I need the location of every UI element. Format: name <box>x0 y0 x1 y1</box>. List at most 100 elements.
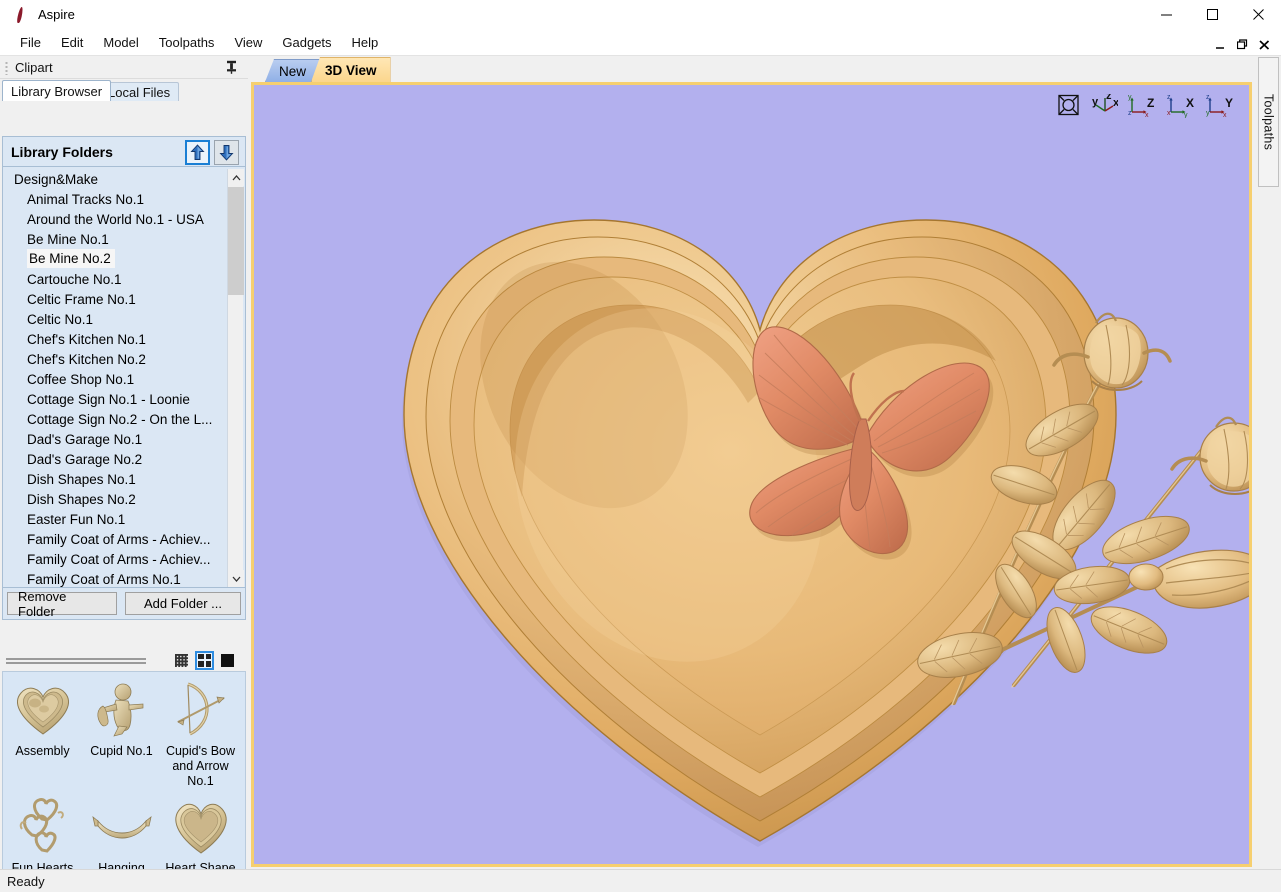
close-button[interactable] <box>1235 0 1281 30</box>
move-folder-down-button[interactable] <box>214 140 239 165</box>
iso-view-button[interactable]: z y x <box>1092 90 1120 118</box>
panel-drag-grip[interactable] <box>5 60 8 75</box>
library-folders-header: Library Folders <box>3 137 245 167</box>
thumbnail-size-slider[interactable] <box>6 657 146 664</box>
status-message: Ready <box>7 873 45 889</box>
folder-item[interactable]: Dad's Garage No.2 <box>5 449 245 469</box>
add-folder-button[interactable]: Add Folder ... <box>125 592 241 615</box>
menu-edit[interactable]: Edit <box>51 32 93 53</box>
tab-local-files[interactable]: Local Files <box>99 82 180 101</box>
folder-item[interactable]: Dish Shapes No.2 <box>5 489 245 509</box>
mdi-close-button[interactable] <box>1258 36 1271 50</box>
fun-hearts-thumb-icon <box>10 795 76 859</box>
folder-item[interactable]: Celtic No.1 <box>5 309 245 329</box>
folder-item[interactable]: Family Coat of Arms - Achiev... <box>5 549 245 569</box>
svg-text:z: z <box>1206 94 1210 101</box>
solid-square-icon <box>221 653 234 667</box>
clipart-label: Assembly <box>15 744 70 758</box>
library-folders-list[interactable]: Design&Make Animal Tracks No.1 Around th… <box>5 169 245 587</box>
clipart-item[interactable]: Cupid's Bow and Arrow No.1 <box>161 672 240 789</box>
svg-text:x: x <box>1113 97 1118 109</box>
heart-relief-model <box>402 219 1249 847</box>
folder-label: Chef's Kitchen No.2 <box>27 351 146 367</box>
minimize-button[interactable] <box>1143 0 1189 30</box>
menu-gadgets[interactable]: Gadgets <box>272 32 341 53</box>
tab-3d-view[interactable]: 3D View <box>311 57 391 82</box>
svg-text:Y: Y <box>1225 96 1233 110</box>
folder-item[interactable]: Cottage Sign No.1 - Loonie <box>5 389 245 409</box>
view-orientation-toolbar: z y x y x z <box>1057 90 1237 119</box>
menu-model[interactable]: Model <box>93 32 148 53</box>
view-mode-buttons <box>172 650 246 670</box>
menu-view[interactable]: View <box>224 32 272 53</box>
cupid-thumb-icon <box>89 678 155 742</box>
view-mode-single-button[interactable] <box>218 651 237 670</box>
folder-label: Cartouche No.1 <box>27 271 122 287</box>
heart-assembly-thumb-icon <box>10 678 76 742</box>
z-view-button[interactable]: y x z Z <box>1127 94 1159 119</box>
folder-item[interactable]: Easter Fun No.1 <box>5 509 245 529</box>
clipart-panel: Clipart Library Browser Local Files Libr… <box>0 57 248 892</box>
document-area: New 3D View z y y x z Z z y x X z x y Y <box>249 57 1256 871</box>
svg-text:z: z <box>1106 94 1112 102</box>
folder-label: Easter Fun No.1 <box>27 511 126 527</box>
folder-item[interactable]: Cottage Sign No.2 - On the L... <box>5 409 245 429</box>
view-mode-large-grid-button[interactable] <box>195 650 214 670</box>
menu-help[interactable]: Help <box>342 32 389 53</box>
library-browser-body: Library Folders Design&Make Animal Track… <box>2 136 246 620</box>
menu-toolpaths[interactable]: Toolpaths <box>149 32 225 53</box>
3d-viewport[interactable]: z y x y x z <box>251 82 1252 867</box>
svg-text:z: z <box>1128 110 1132 117</box>
folder-label: Cottage Sign No.1 - Loonie <box>27 391 190 407</box>
folder-item[interactable]: Dad's Garage No.1 <box>5 429 245 449</box>
folder-label: Family Coat of Arms - Achiev... <box>27 551 211 567</box>
menu-file[interactable]: File <box>10 32 51 53</box>
banner-thumb-icon <box>89 795 155 859</box>
folder-item[interactable]: Chef's Kitchen No.1 <box>5 329 245 349</box>
clipart-thumbnail-grid: Assembly Cupid No.1 Cupid's Bow and Arro… <box>2 671 246 892</box>
folder-item[interactable]: Chef's Kitchen No.2 <box>5 349 245 369</box>
folder-item[interactable]: Animal Tracks No.1 <box>5 189 245 209</box>
scroll-down-icon[interactable] <box>228 570 244 587</box>
folder-item[interactable]: Family Coat of Arms No.1 <box>5 569 245 587</box>
folder-label: Celtic Frame No.1 <box>27 291 136 307</box>
remove-folder-button[interactable]: Remove Folder <box>7 589 117 619</box>
clipart-item[interactable]: Assembly <box>3 672 82 789</box>
folder-item[interactable]: Family Coat of Arms - Achiev... <box>5 529 245 549</box>
folder-item[interactable]: Coffee Shop No.1 <box>5 369 245 389</box>
mdi-minimize-button[interactable] <box>1214 36 1227 50</box>
folder-label: Around the World No.1 - USA <box>27 211 204 227</box>
folder-item[interactable]: Around the World No.1 - USA <box>5 209 245 229</box>
folder-item[interactable]: Design&Make <box>5 169 245 189</box>
pin-icon[interactable] <box>226 60 237 77</box>
folder-label: Be Mine No.1 <box>27 231 109 247</box>
view-mode-small-grid-button[interactable] <box>172 651 191 670</box>
svg-text:y: y <box>1184 112 1188 118</box>
folder-item[interactable]: Celtic Frame No.1 <box>5 289 245 309</box>
folder-item[interactable]: Cartouche No.1 <box>5 269 245 289</box>
folder-list-scrollbar[interactable] <box>227 169 244 587</box>
clipart-item[interactable]: Cupid No.1 <box>82 672 161 789</box>
folder-item[interactable]: Be Mine No.1 <box>5 229 245 249</box>
mdi-restore-button[interactable] <box>1236 36 1249 50</box>
status-bar: Ready <box>0 869 1281 892</box>
scrollbar-thumb[interactable] <box>228 187 244 295</box>
folder-label: Family Coat of Arms No.1 <box>27 571 181 587</box>
maximize-button[interactable] <box>1189 0 1235 30</box>
toolpaths-tab[interactable]: Toolpaths <box>1258 57 1279 187</box>
folder-label: Design&Make <box>14 171 99 187</box>
tab-library-browser[interactable]: Library Browser <box>2 80 112 101</box>
folder-label: Dad's Garage No.2 <box>27 451 143 467</box>
library-folders-title: Library Folders <box>11 143 113 160</box>
fit-view-button[interactable] <box>1057 94 1085 118</box>
tab-new[interactable]: New <box>265 59 321 82</box>
folder-item-selected[interactable]: Be Mine No.2 <box>5 249 245 269</box>
y-view-button[interactable]: z x y Y <box>1205 94 1237 119</box>
folder-item[interactable]: Dish Shapes No.1 <box>5 469 245 489</box>
move-folder-up-button[interactable] <box>185 140 210 165</box>
svg-text:y: y <box>1092 96 1099 108</box>
x-view-button[interactable]: z y x X <box>1166 94 1198 119</box>
right-dock: Toolpaths <box>1256 57 1281 871</box>
scroll-up-icon[interactable] <box>228 169 244 186</box>
clipart-label: Cupid's Bow and Arrow No.1 <box>165 744 236 788</box>
